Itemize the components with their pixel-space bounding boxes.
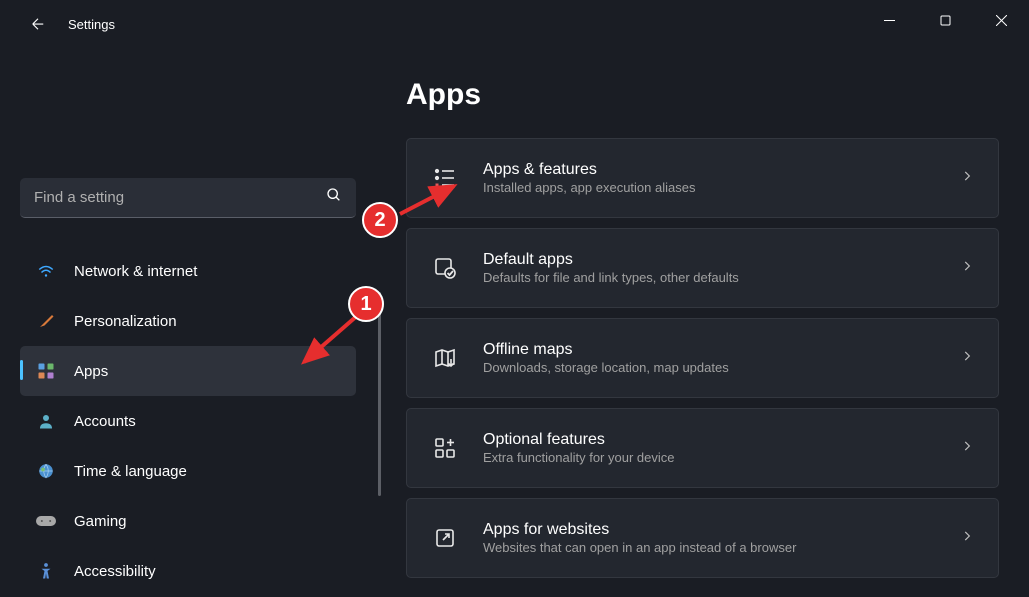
open-app-icon (431, 524, 459, 552)
sidebar-item-label: Apps (74, 363, 108, 380)
close-icon (996, 15, 1007, 26)
sidebar-item-label: Network & internet (74, 263, 197, 280)
sidebar-item-personalization[interactable]: Personalization (20, 296, 356, 346)
sidebar-item-label: Personalization (74, 313, 177, 330)
gamepad-icon (36, 511, 56, 531)
maximize-icon (940, 15, 951, 26)
chevron-right-icon (960, 169, 974, 188)
window-controls (861, 0, 1029, 40)
card-title: Apps for websites (483, 521, 960, 539)
sidebar-item-accessibility[interactable]: Accessibility (20, 546, 356, 596)
card-apps-for-websites[interactable]: Apps for websites Websites that can open… (406, 498, 999, 578)
minimize-button[interactable] (861, 0, 917, 40)
wifi-icon (36, 261, 56, 281)
card-body: Optional features Extra functionality fo… (483, 431, 960, 465)
search-box[interactable] (20, 178, 356, 218)
card-title: Offline maps (483, 341, 960, 359)
sidebar-item-accounts[interactable]: Accounts (20, 396, 356, 446)
chevron-right-icon (960, 259, 974, 278)
default-apps-icon (431, 254, 459, 282)
card-optional-features[interactable]: Optional features Extra functionality fo… (406, 408, 999, 488)
card-body: Apps & features Installed apps, app exec… (483, 161, 960, 195)
card-subtitle: Websites that can open in an app instead… (483, 540, 960, 555)
card-offline-maps[interactable]: Offline maps Downloads, storage location… (406, 318, 999, 398)
sidebar-item-apps[interactable]: Apps (20, 346, 356, 396)
chevron-right-icon (960, 349, 974, 368)
card-body: Offline maps Downloads, storage location… (483, 341, 960, 375)
close-button[interactable] (973, 0, 1029, 40)
globe-icon (36, 461, 56, 481)
card-title: Default apps (483, 251, 960, 269)
sidebar-item-label: Accessibility (74, 563, 156, 580)
sidebar-item-gaming[interactable]: Gaming (20, 496, 356, 546)
sidebar-item-label: Accounts (74, 413, 136, 430)
nav-list: Network & internet Personalization Apps … (20, 246, 356, 596)
sidebar-item-time[interactable]: Time & language (20, 446, 356, 496)
accessibility-icon (36, 561, 56, 581)
maximize-button[interactable] (917, 0, 973, 40)
search-icon (326, 187, 342, 208)
back-button[interactable] (18, 4, 58, 44)
sidebar-scrollbar[interactable] (378, 292, 381, 496)
card-default-apps[interactable]: Default apps Defaults for file and link … (406, 228, 999, 308)
card-subtitle: Extra functionality for your device (483, 450, 960, 465)
chevron-right-icon (960, 529, 974, 548)
card-title: Optional features (483, 431, 960, 449)
grid-plus-icon (431, 434, 459, 462)
card-body: Apps for websites Websites that can open… (483, 521, 960, 555)
content-pane: Apps Apps & features Installed apps, app… (378, 48, 1029, 597)
list-icon (431, 164, 459, 192)
person-icon (36, 411, 56, 431)
minimize-icon (884, 15, 895, 26)
sidebar: Network & internet Personalization Apps … (0, 48, 378, 597)
brush-icon (36, 311, 56, 331)
card-apps-features[interactable]: Apps & features Installed apps, app exec… (406, 138, 999, 218)
search-input[interactable] (34, 189, 326, 206)
sidebar-item-label: Gaming (74, 513, 127, 530)
page-title: Apps (406, 78, 999, 112)
chevron-right-icon (960, 439, 974, 458)
apps-icon (36, 361, 56, 381)
card-body: Default apps Defaults for file and link … (483, 251, 960, 285)
app-title: Settings (68, 17, 115, 32)
card-subtitle: Installed apps, app execution aliases (483, 180, 960, 195)
map-icon (431, 344, 459, 372)
card-title: Apps & features (483, 161, 960, 179)
sidebar-item-network[interactable]: Network & internet (20, 246, 356, 296)
card-subtitle: Defaults for file and link types, other … (483, 270, 960, 285)
sidebar-item-label: Time & language (74, 463, 187, 480)
card-subtitle: Downloads, storage location, map updates (483, 360, 960, 375)
arrow-left-icon (29, 15, 47, 33)
